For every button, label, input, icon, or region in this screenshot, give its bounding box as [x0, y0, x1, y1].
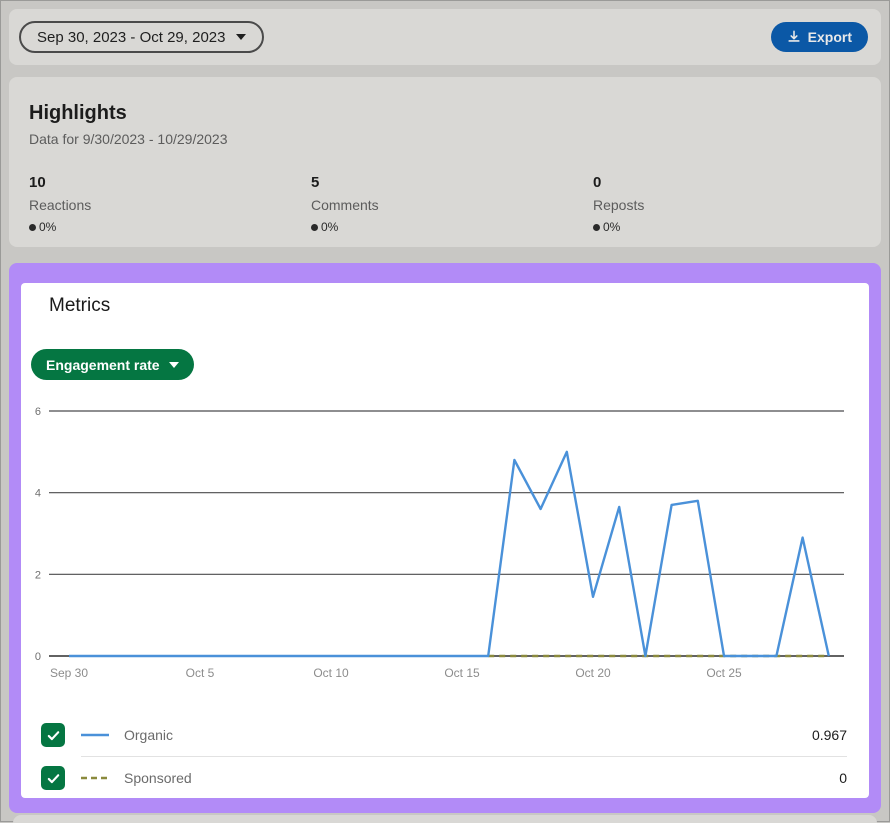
stat-label: Comments [311, 195, 571, 215]
metric-selector-label: Engagement rate [46, 357, 160, 373]
legend-value: 0 [839, 770, 847, 786]
svg-text:Oct 20: Oct 20 [575, 666, 611, 680]
svg-text:6: 6 [35, 406, 41, 418]
chevron-down-icon [236, 34, 246, 40]
change-dot-icon [311, 224, 318, 231]
stat-change: 0% [39, 220, 56, 234]
stat-change: 0% [603, 220, 620, 234]
svg-text:Oct 25: Oct 25 [706, 666, 742, 680]
stat-value: 0 [593, 173, 853, 193]
svg-text:Oct 15: Oct 15 [444, 666, 480, 680]
date-range-selector[interactable]: Sep 30, 2023 - Oct 29, 2023 [19, 21, 264, 53]
highlights-title: Highlights [29, 102, 127, 125]
change-dot-icon [593, 224, 600, 231]
export-label: Export [808, 29, 852, 45]
legend-label: Sponsored [124, 770, 192, 786]
highlights-subtitle: Data for 9/30/2023 - 10/29/2023 [29, 131, 227, 147]
sponsored-line-sample-icon [80, 775, 110, 781]
metrics-title: Metrics [49, 295, 110, 317]
stat-value: 5 [311, 173, 571, 193]
svg-text:Oct 5: Oct 5 [186, 666, 215, 680]
check-icon [46, 728, 61, 743]
svg-text:0: 0 [35, 651, 41, 663]
stat-comments: 5 Comments 0% [311, 173, 571, 234]
stat-reactions: 10 Reactions 0% [29, 173, 289, 234]
stat-label: Reactions [29, 195, 289, 215]
download-icon [787, 30, 801, 44]
metrics-card: Metrics Engagement rate 0 2 4 6 Sep 30 Oct 5 O… [21, 283, 869, 798]
date-range-label: Sep 30, 2023 - Oct 29, 2023 [37, 29, 225, 46]
organic-checkbox[interactable] [41, 723, 65, 747]
stat-value: 10 [29, 173, 289, 193]
stat-reposts: 0 Reposts 0% [593, 173, 853, 234]
legend-label: Organic [124, 727, 173, 743]
toolbar: Sep 30, 2023 - Oct 29, 2023 Export [9, 9, 881, 65]
organic-line-sample-icon [80, 732, 110, 738]
engagement-chart: 0 2 4 6 Sep 30 Oct 5 Oct 10 Oct 15 Oct 20 Oct 25 [21, 401, 869, 691]
legend-row-sponsored: Sponsored 0 [31, 757, 859, 799]
svg-text:2: 2 [35, 569, 41, 581]
metric-selector-button[interactable]: Engagement rate [31, 349, 194, 380]
stat-change: 0% [321, 220, 338, 234]
export-button[interactable]: Export [771, 22, 868, 52]
highlights-card: Highlights Data for 9/30/2023 - 10/29/20… [9, 77, 881, 247]
svg-text:Oct 10: Oct 10 [313, 666, 349, 680]
svg-text:4: 4 [35, 488, 41, 500]
chevron-down-icon [169, 362, 179, 368]
svg-text:Sep 30: Sep 30 [50, 666, 88, 680]
sponsored-checkbox[interactable] [41, 766, 65, 790]
check-icon [46, 771, 61, 786]
legend-row-organic: Organic 0.967 [31, 714, 859, 756]
change-dot-icon [29, 224, 36, 231]
legend-value: 0.967 [812, 727, 847, 743]
highlight-overlay: Metrics Engagement rate 0 2 4 6 Sep 30 Oct 5 O… [9, 263, 881, 813]
stat-label: Reposts [593, 195, 853, 215]
